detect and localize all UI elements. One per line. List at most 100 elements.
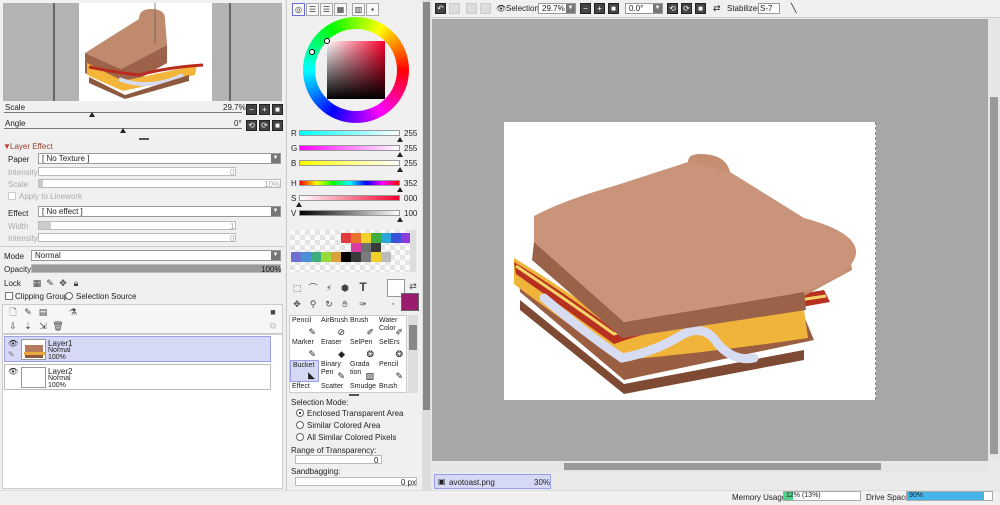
rotate-cw-button[interactable]: ⟳ bbox=[259, 120, 270, 131]
tool-grid-scrollbar-thumb[interactable] bbox=[409, 325, 417, 350]
palette-swatch[interactable] bbox=[321, 252, 331, 262]
hand-icon[interactable]: ✋︎ bbox=[339, 298, 351, 310]
flip-icon[interactable]: ⇄ bbox=[713, 3, 721, 14]
swatch-tab[interactable]: ▦ bbox=[334, 3, 347, 16]
rotate-icon[interactable]: ↻ bbox=[323, 298, 335, 310]
effect-select[interactable]: [ No effect ] ▼ bbox=[38, 206, 281, 217]
redo-button[interactable] bbox=[449, 3, 460, 14]
tool-binary-pen[interactable]: Binary Pen ✎ bbox=[319, 360, 348, 382]
scale-slider-thumb[interactable] bbox=[89, 112, 95, 117]
canvas-rotate-reset-button[interactable]: ■ bbox=[695, 3, 706, 14]
new-folder-icon[interactable]: ▤ bbox=[37, 306, 49, 318]
eye-icon[interactable]: 👁︎ bbox=[8, 339, 18, 348]
clipping-group-checkbox[interactable] bbox=[5, 292, 13, 300]
eye-icon[interactable]: 👁︎ bbox=[8, 367, 18, 376]
lock-transparency-icon[interactable]: ▦ bbox=[31, 277, 43, 289]
enclosed-area-radio[interactable] bbox=[296, 409, 304, 417]
palette-swatch[interactable] bbox=[341, 233, 351, 243]
lock-move-icon[interactable]: ✥ bbox=[57, 277, 69, 289]
lock-paint-icon[interactable]: ✎ bbox=[44, 277, 56, 289]
canvas-rotate-cw-button[interactable]: ⟳ bbox=[681, 3, 692, 14]
palette-swatch[interactable] bbox=[381, 233, 391, 243]
palette-swatch[interactable] bbox=[381, 252, 391, 262]
range-transparency-slider[interactable] bbox=[295, 455, 382, 464]
canvas-rotate-ccw-button[interactable]: ⟲ bbox=[667, 3, 678, 14]
canvas-zoom-in-button[interactable]: + bbox=[594, 3, 605, 14]
rgb-slider-tab[interactable]: ☰ bbox=[306, 3, 319, 16]
tool-marker[interactable]: Marker ✎ bbox=[290, 338, 319, 360]
r-slider[interactable] bbox=[299, 130, 400, 136]
opacity-slider[interactable] bbox=[31, 264, 281, 273]
h-slider[interactable] bbox=[299, 180, 400, 186]
lock-icon[interactable]: 🔒︎ bbox=[70, 277, 82, 289]
v-slider[interactable] bbox=[299, 210, 400, 216]
palette-swatch[interactable] bbox=[291, 252, 301, 262]
palette-swatch[interactable] bbox=[331, 252, 341, 262]
eyedropper-icon[interactable]: ✑ bbox=[357, 298, 369, 310]
tool-water-color[interactable]: Water Color ✐ bbox=[377, 316, 406, 338]
palette-swatch[interactable] bbox=[361, 252, 371, 262]
layer-item[interactable]: 👁︎ ✎ Layer1 Normal 100% bbox=[4, 336, 271, 362]
layer-item[interactable]: 👁︎ Layer2 Normal 100% bbox=[4, 364, 271, 390]
effect-intensity-slider[interactable] bbox=[38, 233, 236, 242]
similar-colored-radio[interactable] bbox=[296, 421, 304, 429]
swap-colors-icon[interactable]: ⇄ bbox=[407, 280, 419, 292]
tool-brush[interactable]: Brush ✐ bbox=[348, 316, 377, 338]
move-icon[interactable]: ✥ bbox=[291, 298, 303, 310]
zoom-select[interactable]: 29.7% ▼ bbox=[538, 3, 576, 14]
trash-icon[interactable]: 🗑︎ bbox=[52, 320, 64, 332]
hsv-slider-tab[interactable]: ☰ bbox=[320, 3, 333, 16]
palette-swatch[interactable] bbox=[351, 233, 361, 243]
eye-icon[interactable]: 👁︎ bbox=[496, 4, 506, 13]
all-similar-radio[interactable] bbox=[296, 433, 304, 441]
lasso-icon[interactable]: ⌒ bbox=[307, 282, 319, 294]
line-tool-icon[interactable]: ╲ bbox=[791, 3, 796, 14]
rotate-ccw-button[interactable]: ⟲ bbox=[246, 120, 257, 131]
palette-swatch[interactable] bbox=[391, 233, 401, 243]
apply-linework-checkbox[interactable] bbox=[8, 192, 16, 200]
tool-grada-tion[interactable]: Grada tion ▨ bbox=[348, 360, 377, 382]
canvas-document[interactable] bbox=[504, 122, 876, 400]
layer-props-icon[interactable]: ⚙︎ bbox=[267, 320, 279, 332]
blend-mode-select[interactable]: Normal ▼ bbox=[31, 250, 281, 261]
swatch-scrollbar[interactable] bbox=[410, 230, 416, 272]
palette-swatch[interactable] bbox=[371, 233, 381, 243]
angle-slider-thumb[interactable] bbox=[120, 128, 126, 133]
canvas-vscroll-thumb[interactable] bbox=[990, 97, 998, 454]
tool-pencil[interactable]: Pencil ✎ bbox=[377, 360, 406, 382]
rotate-reset-button[interactable]: ■ bbox=[272, 120, 283, 131]
navigator-preview[interactable] bbox=[3, 3, 282, 101]
h-slider-thumb[interactable] bbox=[397, 187, 403, 192]
canvas-hscroll-thumb[interactable] bbox=[564, 463, 881, 470]
canvas-zoom-reset-button[interactable]: ■ bbox=[608, 3, 619, 14]
palette-swatch[interactable] bbox=[351, 252, 361, 262]
mask-icon[interactable]: ⚗︎ bbox=[67, 306, 79, 318]
zoom-reset-button[interactable]: ■ bbox=[272, 104, 283, 115]
merge-all-icon[interactable]: ⇲ bbox=[37, 320, 49, 332]
scratchpad-tab[interactable]: ▥ bbox=[352, 3, 365, 16]
shape-icon[interactable]: ⬢ bbox=[339, 282, 351, 294]
zoom-icon[interactable]: ⚲ bbox=[307, 298, 319, 310]
sandbagging-slider[interactable] bbox=[295, 477, 417, 486]
v-slider-thumb[interactable] bbox=[397, 217, 403, 222]
stabilizer-select[interactable]: S-7 bbox=[758, 3, 780, 14]
rect-select-icon[interactable]: ⬚ bbox=[291, 282, 303, 294]
palette-swatch[interactable] bbox=[361, 233, 371, 243]
selection-source-radio[interactable] bbox=[65, 292, 73, 300]
text-icon[interactable]: T bbox=[357, 281, 369, 293]
zoom-in-button[interactable]: + bbox=[259, 104, 270, 115]
user-palette-tab[interactable]: ▪ bbox=[366, 3, 379, 16]
scale-slider[interactable] bbox=[4, 112, 242, 113]
tool-airbrush[interactable]: AirBrush ⊘ bbox=[319, 316, 348, 338]
transfer-down-icon[interactable]: ⇩ bbox=[7, 320, 19, 332]
palette-swatch[interactable] bbox=[311, 252, 321, 262]
deselect-button[interactable] bbox=[466, 3, 477, 14]
color-picker-cursor[interactable] bbox=[324, 38, 330, 44]
tool-eraser[interactable]: Eraser ◆ bbox=[319, 338, 348, 360]
s-slider[interactable] bbox=[299, 195, 400, 201]
paper-select[interactable]: [ No Texture ] ▼ bbox=[38, 153, 281, 164]
invert-selection-button[interactable] bbox=[480, 3, 491, 14]
tool-smudge[interactable]: Smudge bbox=[348, 382, 377, 404]
undo-button[interactable]: ↶ bbox=[435, 3, 446, 14]
document-tab[interactable]: ▣ avotoast.png 30% bbox=[434, 474, 551, 489]
